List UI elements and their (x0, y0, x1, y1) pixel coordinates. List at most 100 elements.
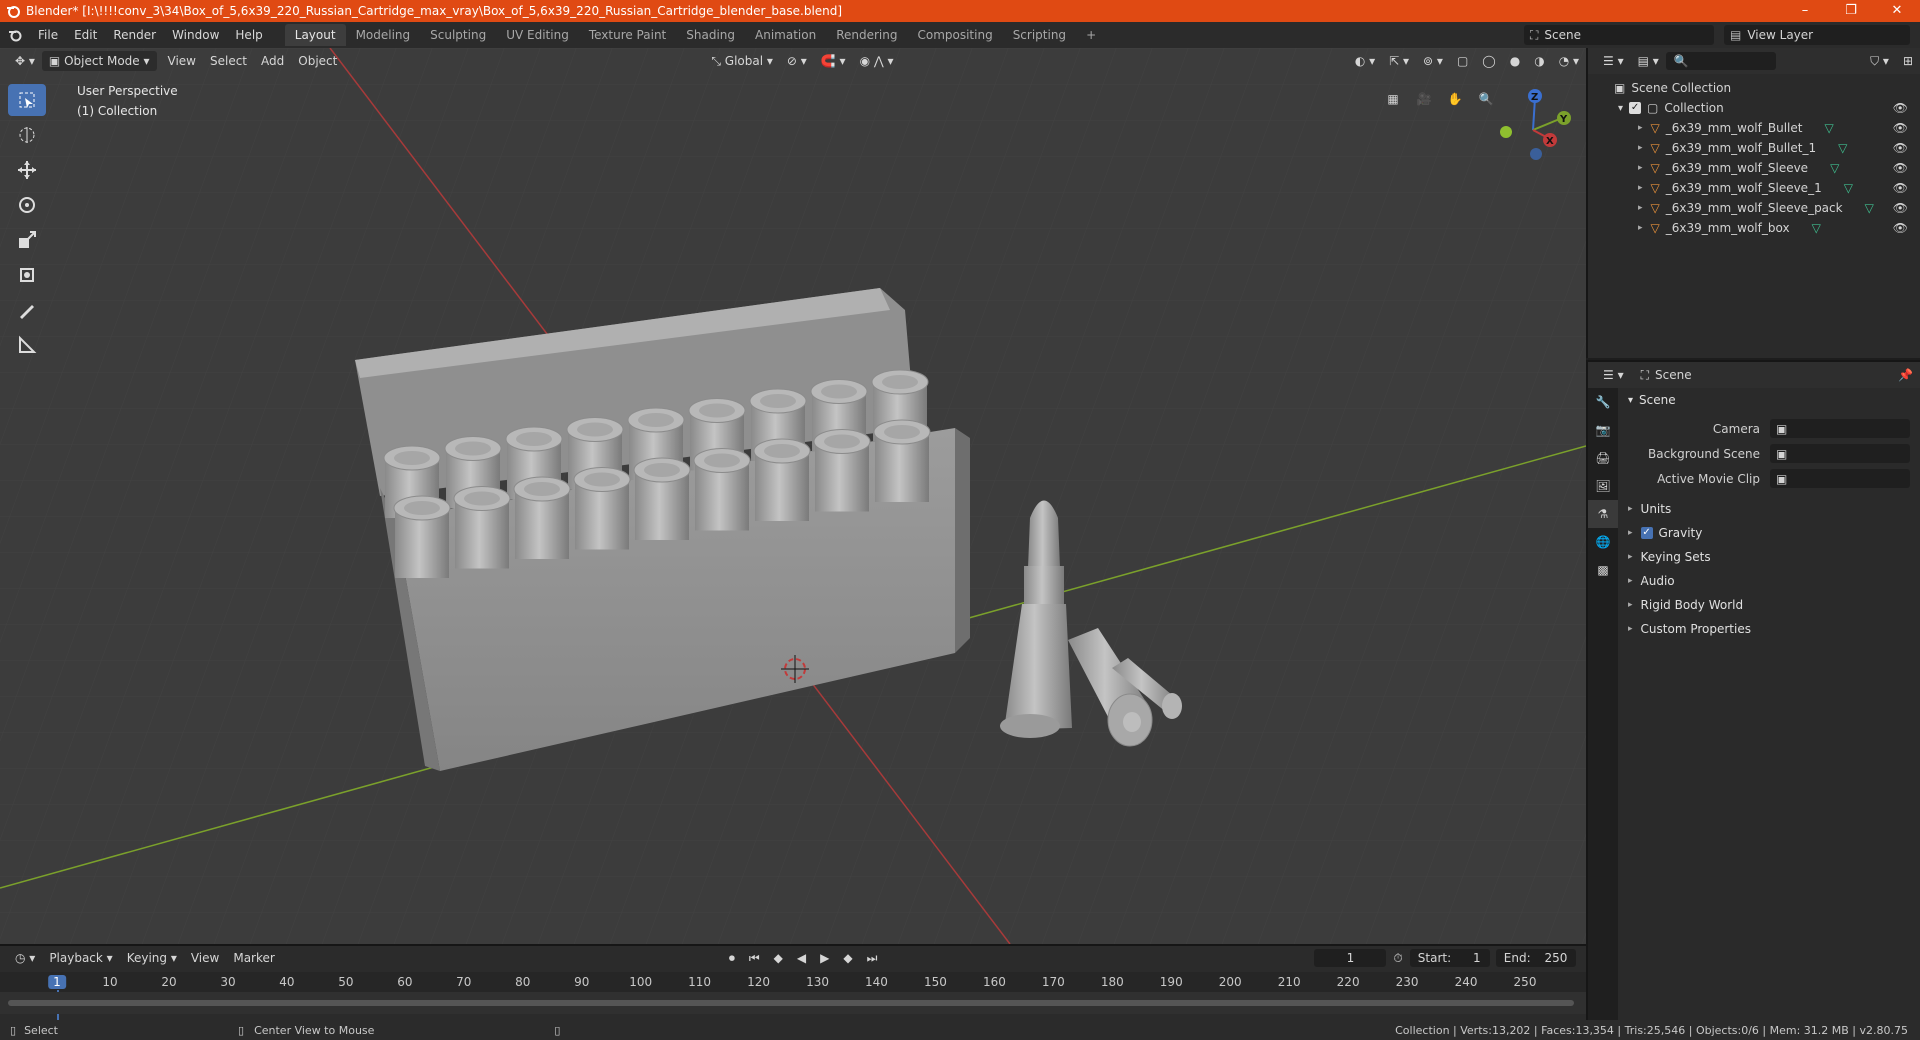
rotate-tool-icon[interactable] (8, 189, 46, 221)
eye-icon[interactable]: 👁 (1893, 201, 1908, 215)
scene-tab-icon[interactable]: ⚗ (1588, 500, 1618, 528)
tab-sculpting[interactable]: Sculpting (420, 24, 496, 46)
outliner-object-row[interactable]: ▸ ▽ _6x39_mm_wolf_Sleeve_pack ▽ 👁 (1588, 198, 1920, 218)
timeline-ruler[interactable]: 1 10 20 30 40 50 60 70 80 90 100 110 120 130 140 150 160… (0, 972, 1586, 1020)
expand-collection-icon[interactable]: ▾ (1618, 103, 1623, 114)
subpanel-keying-sets[interactable]: ▸ Keying Sets (1620, 545, 1920, 569)
scene-selector[interactable]: ⛶ Scene (1524, 25, 1714, 45)
expand-object-icon[interactable]: ▸ (1638, 123, 1643, 133)
mesh-data-icon[interactable]: ▽ (1830, 161, 1839, 175)
menu-window[interactable]: Window (164, 24, 227, 46)
menu-file[interactable]: File (30, 24, 66, 46)
mesh-data-icon[interactable]: ▽ (1844, 181, 1853, 195)
overlays-icon[interactable]: ⊚ ▾ (1416, 51, 1450, 71)
tab-modeling[interactable]: Modeling (346, 24, 421, 46)
eye-icon[interactable]: 👁 (1893, 181, 1908, 195)
subpanel-units[interactable]: ▸ Units (1620, 497, 1920, 521)
menu-edit[interactable]: Edit (66, 24, 105, 46)
jump-end-icon[interactable]: ⏭ (860, 948, 885, 968)
tab-shading[interactable]: Shading (676, 24, 745, 46)
ortho-toggle-icon[interactable]: ▦ (1380, 86, 1406, 112)
field-value[interactable]: ▣ (1770, 469, 1910, 488)
tab-animation[interactable]: Animation (745, 24, 826, 46)
play-icon[interactable]: ▶ (813, 948, 836, 968)
menu-render[interactable]: Render (105, 24, 164, 46)
outliner-object-row[interactable]: ▸ ▽ _6x39_mm_wolf_Bullet ▽ 👁 (1588, 118, 1920, 138)
timeline-scrollbar[interactable] (8, 1000, 1574, 1006)
collection-row[interactable]: ▾ ✓ ▢ Collection 👁 (1588, 98, 1920, 118)
eye-icon[interactable]: 👁 (1893, 221, 1908, 235)
outliner-editor-type-icon[interactable]: ☰ ▾ (1596, 51, 1631, 71)
mesh-data-icon[interactable]: ▽ (1824, 121, 1833, 135)
field-value[interactable]: ▣ (1770, 444, 1910, 463)
expand-object-icon[interactable]: ▸ (1638, 183, 1643, 193)
pin-icon[interactable]: 📌 (1891, 365, 1920, 385)
tab-compositing[interactable]: Compositing (907, 24, 1002, 46)
xray-icon[interactable]: ▢ (1450, 51, 1475, 71)
world-tab-icon[interactable]: 🌐 (1588, 528, 1618, 556)
mesh-data-icon[interactable]: ▽ (1812, 221, 1821, 235)
subpanel-checkbox[interactable]: ✓ (1640, 527, 1653, 539)
maximize-button[interactable]: ❐ (1828, 0, 1874, 22)
gizmo-toggle-icon[interactable]: ⇱ ▾ (1382, 51, 1416, 71)
subpanel-audio[interactable]: ▸ Audio (1620, 569, 1920, 593)
close-button[interactable]: ✕ (1874, 0, 1920, 22)
select-box-tool-icon[interactable] (8, 84, 46, 116)
timeline-menu-keying[interactable]: Keying ▾ (120, 948, 184, 968)
outliner-object-row[interactable]: ▸ ▽ _6x39_mm_wolf_box ▽ 👁 (1588, 218, 1920, 238)
start-frame-field[interactable]: Start: 1 (1409, 949, 1490, 967)
proportional-edit-icon[interactable]: ◉ ⋀ ▾ (853, 51, 901, 71)
timeline-menu-playback[interactable]: Playback ▾ (42, 948, 119, 968)
timeline-track[interactable] (0, 992, 1586, 1014)
visibility-icon[interactable]: ◐ ▾ (1348, 51, 1382, 71)
view-layer-tab-icon[interactable]: 🖼 (1588, 472, 1618, 500)
eye-icon[interactable]: 👁 (1893, 141, 1908, 155)
output-tab-icon[interactable]: 🖨 (1588, 444, 1618, 472)
properties-editor-type-icon[interactable]: ☰ ▾ (1596, 365, 1631, 385)
editor-type-button[interactable]: ✥ ▾ (8, 51, 42, 71)
timeline-menu-marker[interactable]: Marker (226, 948, 281, 968)
texture-tab-icon[interactable]: ▩ (1588, 556, 1618, 584)
eye-icon[interactable]: 👁 (1893, 121, 1908, 135)
render-tab-icon[interactable]: 📷 (1588, 416, 1618, 444)
viewport-menu-add[interactable]: Add (254, 51, 291, 71)
solid-shading-icon[interactable]: ● (1503, 51, 1527, 71)
material-shading-icon[interactable]: ◑ (1527, 51, 1551, 71)
snap-icon[interactable]: 🧲 ▾ (814, 51, 853, 71)
scale-tool-icon[interactable] (8, 224, 46, 256)
current-frame-field[interactable]: 1 (1314, 949, 1387, 967)
transform-tool-icon[interactable] (8, 259, 46, 291)
display-mode-icon[interactable]: ▤ ▾ (1631, 51, 1666, 71)
scene-panel-header[interactable]: ▾ Scene (1620, 388, 1920, 412)
eye-icon[interactable]: 👁 (1893, 101, 1908, 115)
outliner-object-row[interactable]: ▸ ▽ _6x39_mm_wolf_Sleeve ▽ 👁 (1588, 158, 1920, 178)
viewport-menu-select[interactable]: Select (203, 51, 254, 71)
add-workspace-button[interactable]: + (1076, 24, 1106, 46)
view-layer-selector[interactable]: ▤ View Layer (1724, 25, 1910, 45)
tab-texture-paint[interactable]: Texture Paint (579, 24, 676, 46)
pan-view-icon[interactable]: ✋ (1442, 86, 1468, 112)
zoom-view-icon[interactable]: 🔍 (1473, 86, 1499, 112)
minimize-button[interactable]: – (1782, 0, 1828, 22)
outliner-search-input[interactable]: 🔍 (1665, 52, 1776, 70)
tab-layout[interactable]: Layout (284, 24, 346, 46)
outliner-object-row[interactable]: ▸ ▽ _6x39_mm_wolf_Bullet_1 ▽ 👁 (1588, 138, 1920, 158)
pivot-point-icon[interactable]: ⊘ ▾ (780, 51, 814, 71)
filter-icon[interactable]: ⛉ ▾ (1863, 51, 1896, 71)
prev-keyframe-icon[interactable]: ◆ (767, 948, 790, 968)
menu-help[interactable]: Help (227, 24, 270, 46)
record-icon[interactable]: ⏺ (722, 948, 742, 968)
mesh-data-icon[interactable]: ▽ (1838, 141, 1847, 155)
tab-rendering[interactable]: Rendering (826, 24, 907, 46)
viewport-menu-object[interactable]: Object (291, 51, 344, 71)
mode-selector[interactable]: ▣ Object Mode ▾ (41, 51, 157, 71)
field-value[interactable]: ▣ (1770, 419, 1910, 438)
subpanel-rigid-body-world[interactable]: ▸ Rigid Body World (1620, 593, 1920, 617)
timeline-menu-view[interactable]: View (184, 948, 226, 968)
measure-tool-icon[interactable] (8, 329, 46, 361)
wireframe-shading-icon[interactable]: ◯ (1475, 51, 1502, 71)
next-keyframe-icon[interactable]: ◆ (836, 948, 859, 968)
cursor-tool-icon[interactable] (8, 119, 46, 151)
tool-tab-icon[interactable]: 🔧 (1588, 388, 1618, 416)
outliner-object-row[interactable]: ▸ ▽ _6x39_mm_wolf_Sleeve_1 ▽ 👁 (1588, 178, 1920, 198)
